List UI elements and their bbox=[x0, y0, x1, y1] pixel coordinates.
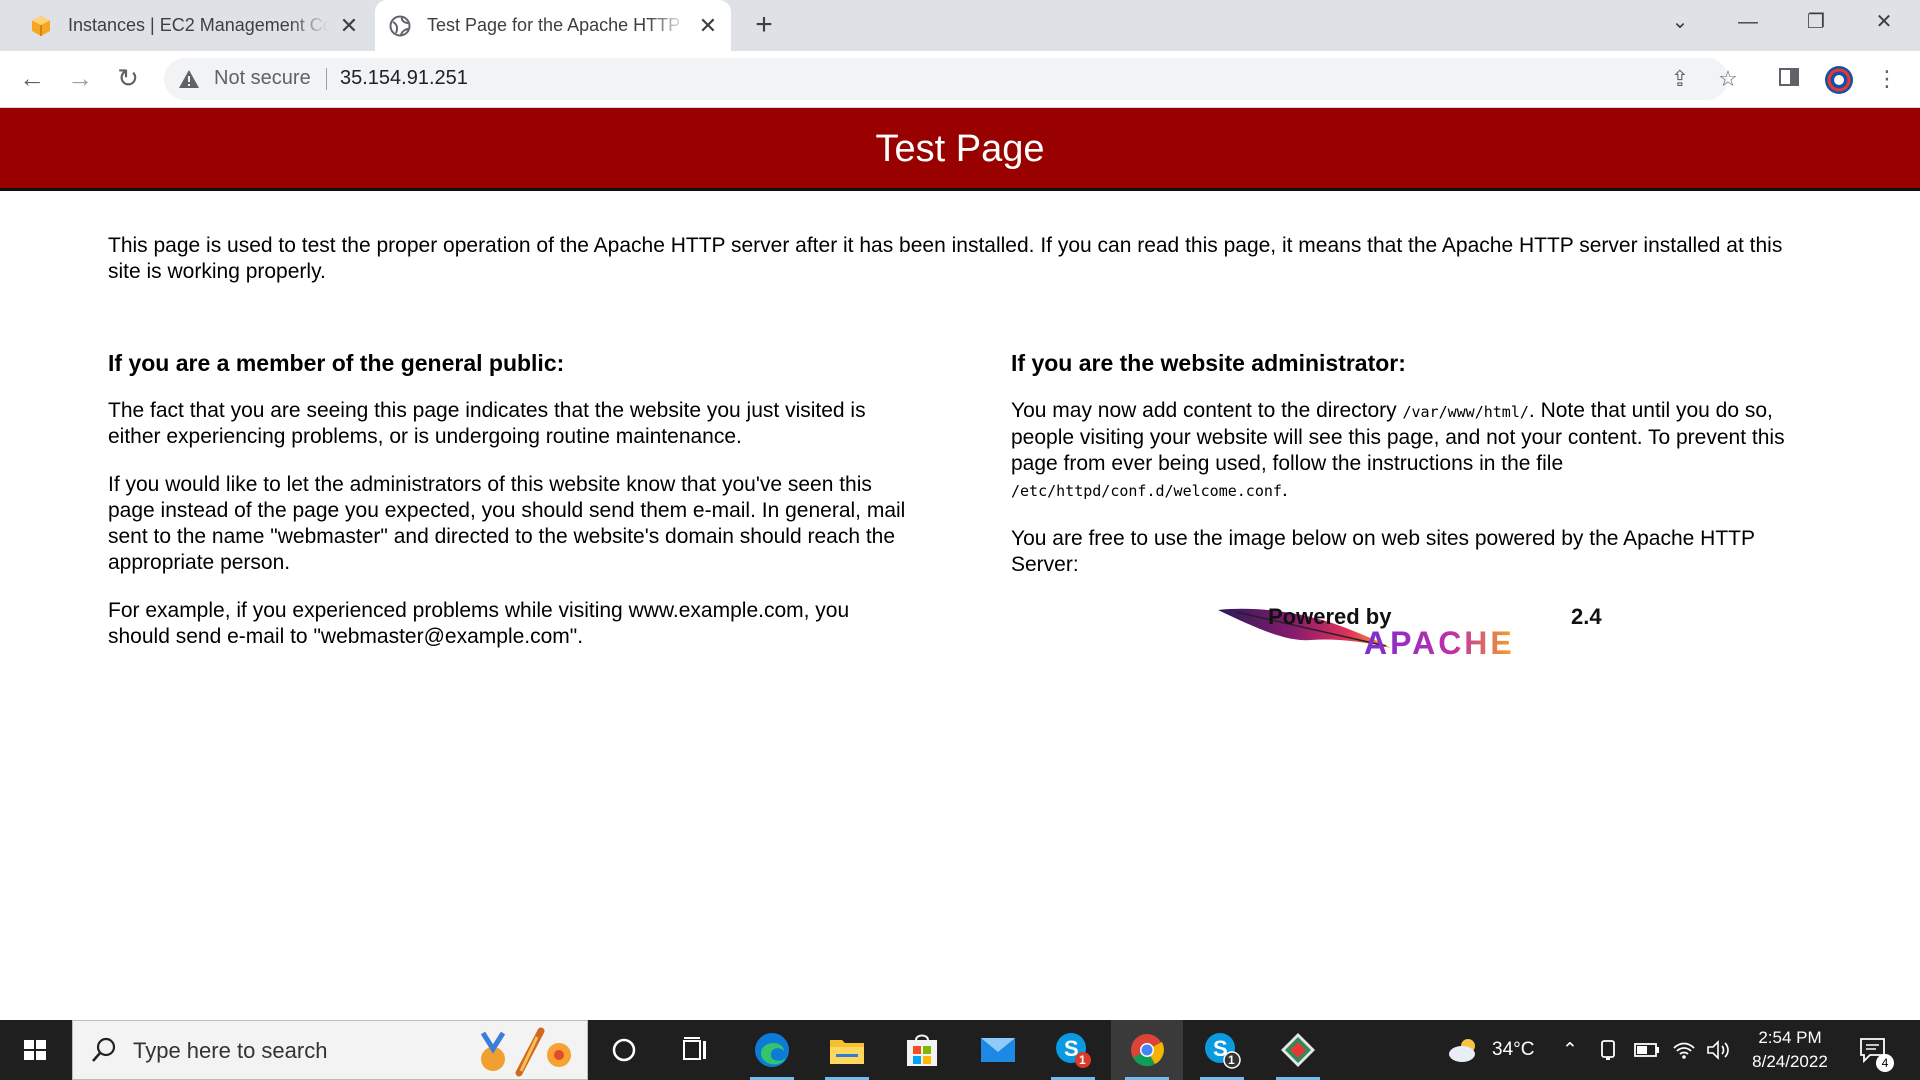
url-text[interactable]: 35.154.91.251 bbox=[340, 67, 468, 90]
admin-text-start: You may now add content to the directory bbox=[1011, 399, 1403, 422]
general-public-paragraph-1: The fact that you are seeing this page i… bbox=[108, 399, 866, 448]
new-tab-plus-icon[interactable]: + bbox=[748, 10, 780, 42]
restore-icon[interactable]: ❐ bbox=[1788, 0, 1844, 46]
skype-business-badge: 1 bbox=[1228, 1053, 1235, 1067]
windows-start-icon[interactable] bbox=[0, 1020, 70, 1080]
general-public-section: If you are a member of the general publi… bbox=[108, 348, 908, 672]
mail-icon[interactable] bbox=[962, 1020, 1034, 1080]
tab-search-chevron-icon[interactable]: ⌄ bbox=[1652, 0, 1708, 46]
security-status-label[interactable]: Not secure bbox=[214, 67, 311, 90]
administrator-paragraph-2: You are free to use the image below on w… bbox=[1011, 527, 1755, 576]
bookmark-star-icon[interactable]: ☆ bbox=[1716, 67, 1740, 91]
wifi-icon[interactable] bbox=[1672, 1020, 1696, 1080]
tab-title: Instances | EC2 Management Console bbox=[68, 15, 328, 35]
gitkraken-app-icon[interactable] bbox=[1262, 1020, 1334, 1080]
back-arrow-icon[interactable]: ← bbox=[16, 63, 48, 95]
address-bar[interactable]: Not secure 35.154.91.251 ⇪ ☆ bbox=[164, 58, 1738, 100]
warning-triangle-icon[interactable] bbox=[178, 68, 200, 90]
search-highlight-doodle-icon bbox=[480, 1027, 571, 1077]
system-clock[interactable]: 2:54 PM 8/24/2022 bbox=[1740, 1026, 1840, 1074]
volume-icon[interactable] bbox=[1706, 1020, 1732, 1080]
tab-ec2-instances[interactable]: Instances | EC2 Management Console ✕ bbox=[0, 0, 370, 51]
side-panel-icon[interactable] bbox=[1775, 65, 1803, 93]
reload-icon[interactable]: ↻ bbox=[112, 63, 144, 95]
general-public-paragraph-2: If you would like to let the administrat… bbox=[108, 473, 906, 574]
windows-taskbar: Type here to search S 1 S 1 34°C ⌃ 2:54 … bbox=[0, 1020, 1920, 1080]
weather-temperature: 34°C bbox=[1492, 1039, 1535, 1060]
tab-close-icon[interactable]: ✕ bbox=[697, 14, 719, 37]
profile-avatar-icon[interactable] bbox=[1824, 65, 1853, 94]
clock-time: 2:54 PM bbox=[1758, 1028, 1822, 1047]
omnibox-divider bbox=[326, 68, 327, 90]
browser-toolbar: ← → ↻ Not secure 35.154.91.251 ⇪ ☆ ⋮ bbox=[0, 51, 1920, 108]
page-title: Test Page bbox=[875, 128, 1045, 170]
chrome-icon[interactable] bbox=[1111, 1020, 1183, 1080]
file-explorer-icon[interactable] bbox=[811, 1020, 883, 1080]
document-root-path: /var/www/html/ bbox=[1402, 403, 1529, 421]
microsoft-store-icon[interactable] bbox=[886, 1020, 958, 1080]
cortana-icon[interactable] bbox=[588, 1020, 660, 1080]
weather-cloud-icon bbox=[1449, 1039, 1475, 1062]
taskbar-search-box[interactable]: Type here to search bbox=[72, 1020, 588, 1080]
show-hidden-icons-chevron[interactable]: ⌃ bbox=[1562, 1020, 1578, 1080]
powered-by-apache-logo: Powered by 2.4 APACHE bbox=[1218, 604, 1602, 661]
logo-apache-text: APACHE bbox=[1364, 625, 1515, 661]
task-view-icon[interactable] bbox=[660, 1020, 732, 1080]
weather-widget[interactable]: 34°C bbox=[1446, 1020, 1534, 1080]
browser-menu-kebab-icon[interactable]: ⋮ bbox=[1873, 65, 1901, 93]
battery-icon[interactable] bbox=[1634, 1020, 1660, 1080]
clock-date: 8/24/2022 bbox=[1752, 1052, 1828, 1071]
tab-apache-test-page[interactable]: Test Page for the Apache HTTP Server ✕ bbox=[375, 0, 731, 51]
notification-center-icon[interactable]: 4 bbox=[1858, 1020, 1894, 1080]
search-icon bbox=[92, 1037, 116, 1062]
share-icon[interactable]: ⇪ bbox=[1668, 67, 1692, 91]
apache-test-page: Test Page This page is used to test the … bbox=[0, 108, 1920, 1018]
meet-now-icon[interactable] bbox=[1598, 1020, 1618, 1080]
forward-arrow-icon[interactable]: → bbox=[64, 63, 96, 95]
edge-browser-icon[interactable] bbox=[736, 1020, 808, 1080]
tab-close-icon[interactable]: ✕ bbox=[338, 14, 360, 37]
aws-cube-icon bbox=[30, 15, 52, 37]
admin-text-end: . bbox=[1281, 478, 1288, 501]
minimize-icon[interactable]: — bbox=[1720, 0, 1776, 46]
globe-icon bbox=[389, 15, 411, 37]
administrator-heading: If you are the website administrator: bbox=[1011, 350, 1406, 376]
intro-paragraph: This page is used to test the proper ope… bbox=[108, 234, 1783, 283]
notification-count-badge: 4 bbox=[1876, 1054, 1894, 1072]
general-public-heading: If you are a member of the general publi… bbox=[108, 350, 565, 376]
general-public-paragraph-3: For example, if you experienced problems… bbox=[108, 599, 850, 648]
logo-version-text: 2.4 bbox=[1571, 604, 1602, 629]
administrator-section: If you are the website administrator: Yo… bbox=[1011, 348, 1811, 600]
search-placeholder: Type here to search bbox=[133, 1038, 328, 1063]
tab-title: Test Page for the Apache HTTP Server bbox=[427, 15, 687, 35]
administrator-paragraph-1: You may now add content to the directory… bbox=[1011, 398, 1811, 504]
skype-icon[interactable]: S 1 bbox=[1037, 1020, 1109, 1080]
skype-for-business-icon[interactable]: S 1 bbox=[1186, 1020, 1258, 1080]
welcome-conf-path: /etc/httpd/conf.d/welcome.conf bbox=[1011, 482, 1282, 500]
page-banner: Test Page bbox=[0, 108, 1920, 191]
skype-notification-badge: 1 bbox=[1079, 1053, 1086, 1067]
window-close-icon[interactable]: ✕ bbox=[1856, 0, 1912, 46]
tab-strip: Instances | EC2 Management Console ✕ Tes… bbox=[0, 0, 1920, 51]
